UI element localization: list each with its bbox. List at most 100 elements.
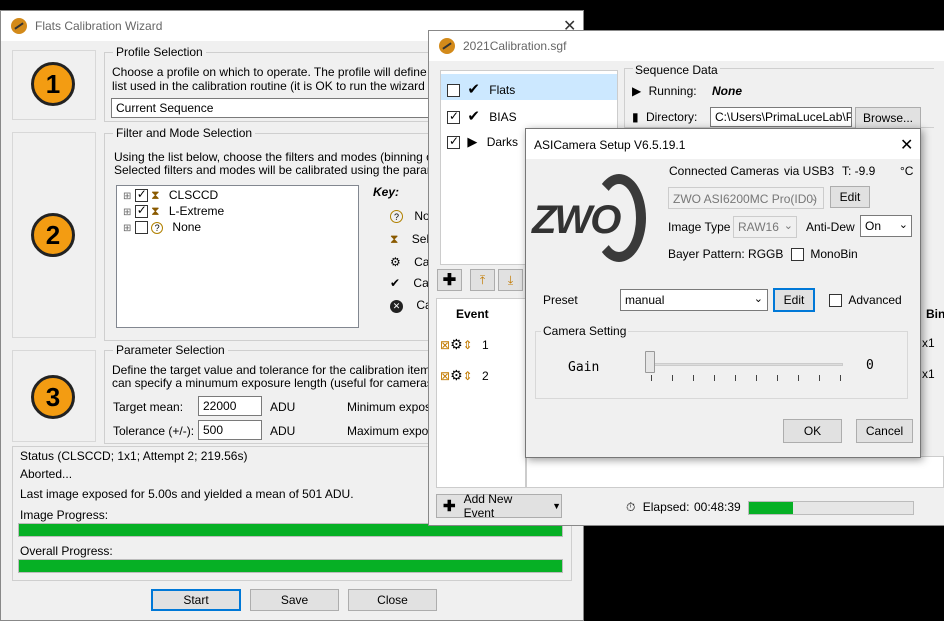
elapsed-label-text: Elapsed: — [642, 500, 690, 514]
cancel-button[interactable]: Cancel — [856, 419, 913, 443]
key-calibrated: ✔ Cal — [390, 276, 431, 290]
image-type-value: RAW16 — [738, 220, 779, 234]
directory-label-text: Directory: — [645, 110, 698, 124]
filter-item-clsccd[interactable]: ⊞ ⧗ CLSCCD — [123, 187, 219, 203]
app-logo-icon — [11, 18, 27, 34]
event-grid-right — [526, 456, 944, 488]
event-row-2[interactable]: ⊠⚙⇕ 2 — [440, 367, 489, 384]
advanced-checkbox[interactable] — [829, 294, 842, 308]
close-button[interactable]: Close — [348, 589, 437, 611]
filter-item-none[interactable]: ⊞ ? None — [123, 220, 201, 235]
expand-icon[interactable]: ⊞ — [123, 207, 131, 218]
event-number: 2 — [482, 369, 489, 383]
asi-title: ASICamera Setup V6.5.19.1 — [534, 138, 686, 152]
camera-select[interactable]: ZWO ASI6200MC Pro(ID0) ⌄ — [668, 187, 824, 209]
target-checkbox[interactable] — [447, 109, 460, 125]
updown-icon: ⇕ — [462, 369, 473, 383]
slider-thumb[interactable] — [645, 351, 655, 373]
directory-label: ▮ Directory: — [632, 110, 697, 124]
target-checkbox[interactable] — [447, 84, 460, 98]
filter-checkbox[interactable] — [134, 203, 148, 219]
monobin-label: MonoBin — [810, 247, 858, 261]
running-value: None — [712, 84, 742, 98]
add-target-button[interactable]: ✚ — [437, 269, 462, 291]
filter-tree[interactable]: ⊞ ⧗ CLSCCD ⊞ ⧗ L-Extreme ⊞ ? None — [116, 185, 359, 328]
event-row-1[interactable]: ⊠⚙⇕ 1 — [440, 336, 489, 353]
filter-label: CLSCCD — [168, 188, 219, 202]
plus-icon: ✚ — [443, 498, 456, 515]
sequence-titlebar: 2021Calibration.sgf — [429, 31, 944, 61]
filter-item-lextreme[interactable]: ⊞ ⧗ L-Extreme — [123, 203, 225, 219]
add-event-button[interactable]: ✚ Add New Event ▼ — [436, 492, 562, 520]
monobin-option[interactable]: MonoBin — [791, 247, 858, 262]
filter-label: L-Extreme — [168, 204, 225, 218]
filter-checkbox[interactable] — [134, 187, 148, 203]
move-up-button[interactable]: ⤒ — [470, 269, 495, 291]
start-button[interactable]: Start — [151, 589, 241, 611]
hourglass-icon: ⧗ — [151, 188, 160, 202]
target-label: Flats — [489, 83, 516, 97]
tolerance-input[interactable]: 500 — [198, 420, 262, 440]
overall-progress-label: Overall Progress: — [20, 544, 113, 558]
profile-group-title: Profile Selection — [113, 45, 206, 59]
bin-value-1[interactable]: x1 — [922, 336, 935, 350]
cancel-icon: ⊠ — [440, 369, 451, 383]
filter-checkbox[interactable] — [134, 221, 148, 235]
add-event-label: Add New Event — [463, 492, 513, 520]
status-last-image: Last image exposed for 5.00s and yielded… — [20, 487, 354, 501]
close-icon[interactable]: ✕ — [900, 135, 913, 155]
arrow-up-icon: ⤒ — [479, 272, 486, 287]
overall-progress-bar — [18, 559, 563, 573]
chevron-down-icon: ⌄ — [809, 192, 819, 204]
directory-input[interactable]: C:\Users\PrimaLuceLab\Pic — [710, 107, 852, 127]
bin-value-2[interactable]: x1 — [922, 367, 935, 381]
save-button[interactable]: Save — [250, 589, 339, 611]
profile-desc-2: list used in the calibration routine (it… — [112, 79, 478, 93]
move-down-button[interactable]: ⤓ — [498, 269, 523, 291]
elapsed-label: ⏱ Elapsed: — [626, 500, 689, 515]
check-icon: ✔ — [467, 108, 480, 125]
expand-icon[interactable]: ⊞ — [123, 223, 131, 234]
target-mean-input[interactable]: 22000 — [198, 396, 262, 416]
arrow-down-icon: ⤓ — [507, 272, 514, 287]
play-icon: ▶ — [467, 134, 478, 149]
ok-button[interactable]: OK — [783, 419, 842, 443]
target-unit: ADU — [270, 400, 296, 414]
target-item-flats[interactable]: ✔ Flats — [441, 74, 617, 100]
chevron-down-icon: ⌄ — [783, 220, 793, 232]
gear-icon: ⚙ — [450, 367, 463, 383]
profile-desc-1: Choose a profile on which to operate. Th… — [112, 65, 473, 79]
gear-icon: ⚙ — [390, 255, 401, 269]
profile-select[interactable]: Current Sequence — [111, 98, 431, 118]
dropdown-arrow-icon: ▼ — [552, 501, 561, 511]
step-2-badge: 2 — [31, 213, 75, 257]
advanced-option[interactable]: Advanced — [829, 293, 902, 308]
step-3-panel: 3 — [12, 350, 96, 442]
preset-edit-button[interactable]: Edit — [773, 288, 815, 312]
cancel-icon: ⊠ — [440, 338, 451, 352]
plus-icon: ✚ — [442, 272, 457, 289]
target-checkbox[interactable] — [447, 134, 460, 150]
key-calibrating: ⚙ Cal — [390, 255, 432, 269]
hourglass-icon: ⧗ — [151, 204, 160, 218]
target-item-bias[interactable]: ✔ BIAS — [441, 101, 617, 127]
browse-button[interactable]: Browse... — [855, 107, 921, 129]
step-2-panel: 2 — [12, 132, 96, 338]
preset-label: Preset — [543, 293, 578, 307]
target-label: BIAS — [489, 110, 517, 124]
folder-icon: ▮ — [632, 110, 639, 124]
image-type-select[interactable]: RAW16 ⌄ — [733, 216, 797, 238]
param-group-title: Parameter Selection — [113, 343, 228, 357]
monobin-checkbox[interactable] — [791, 248, 804, 262]
gain-label: Gain — [568, 360, 600, 375]
gain-slider[interactable] — [645, 351, 845, 381]
status-title: Status (CLSCCD; 1x1; Attempt 2; 219.56s) — [20, 449, 248, 463]
camera-edit-button[interactable]: Edit — [830, 186, 870, 208]
anti-dew-select[interactable]: On ⌄ — [860, 215, 912, 237]
elapsed-progress-fill — [749, 502, 794, 514]
window-title: Flats Calibration Wizard — [35, 19, 163, 33]
preset-select[interactable]: manual ⌄ — [620, 289, 768, 311]
bayer-pattern-label: Bayer Pattern: RGGB — [668, 247, 784, 261]
slider-track — [647, 363, 843, 366]
expand-icon[interactable]: ⊞ — [123, 191, 131, 202]
